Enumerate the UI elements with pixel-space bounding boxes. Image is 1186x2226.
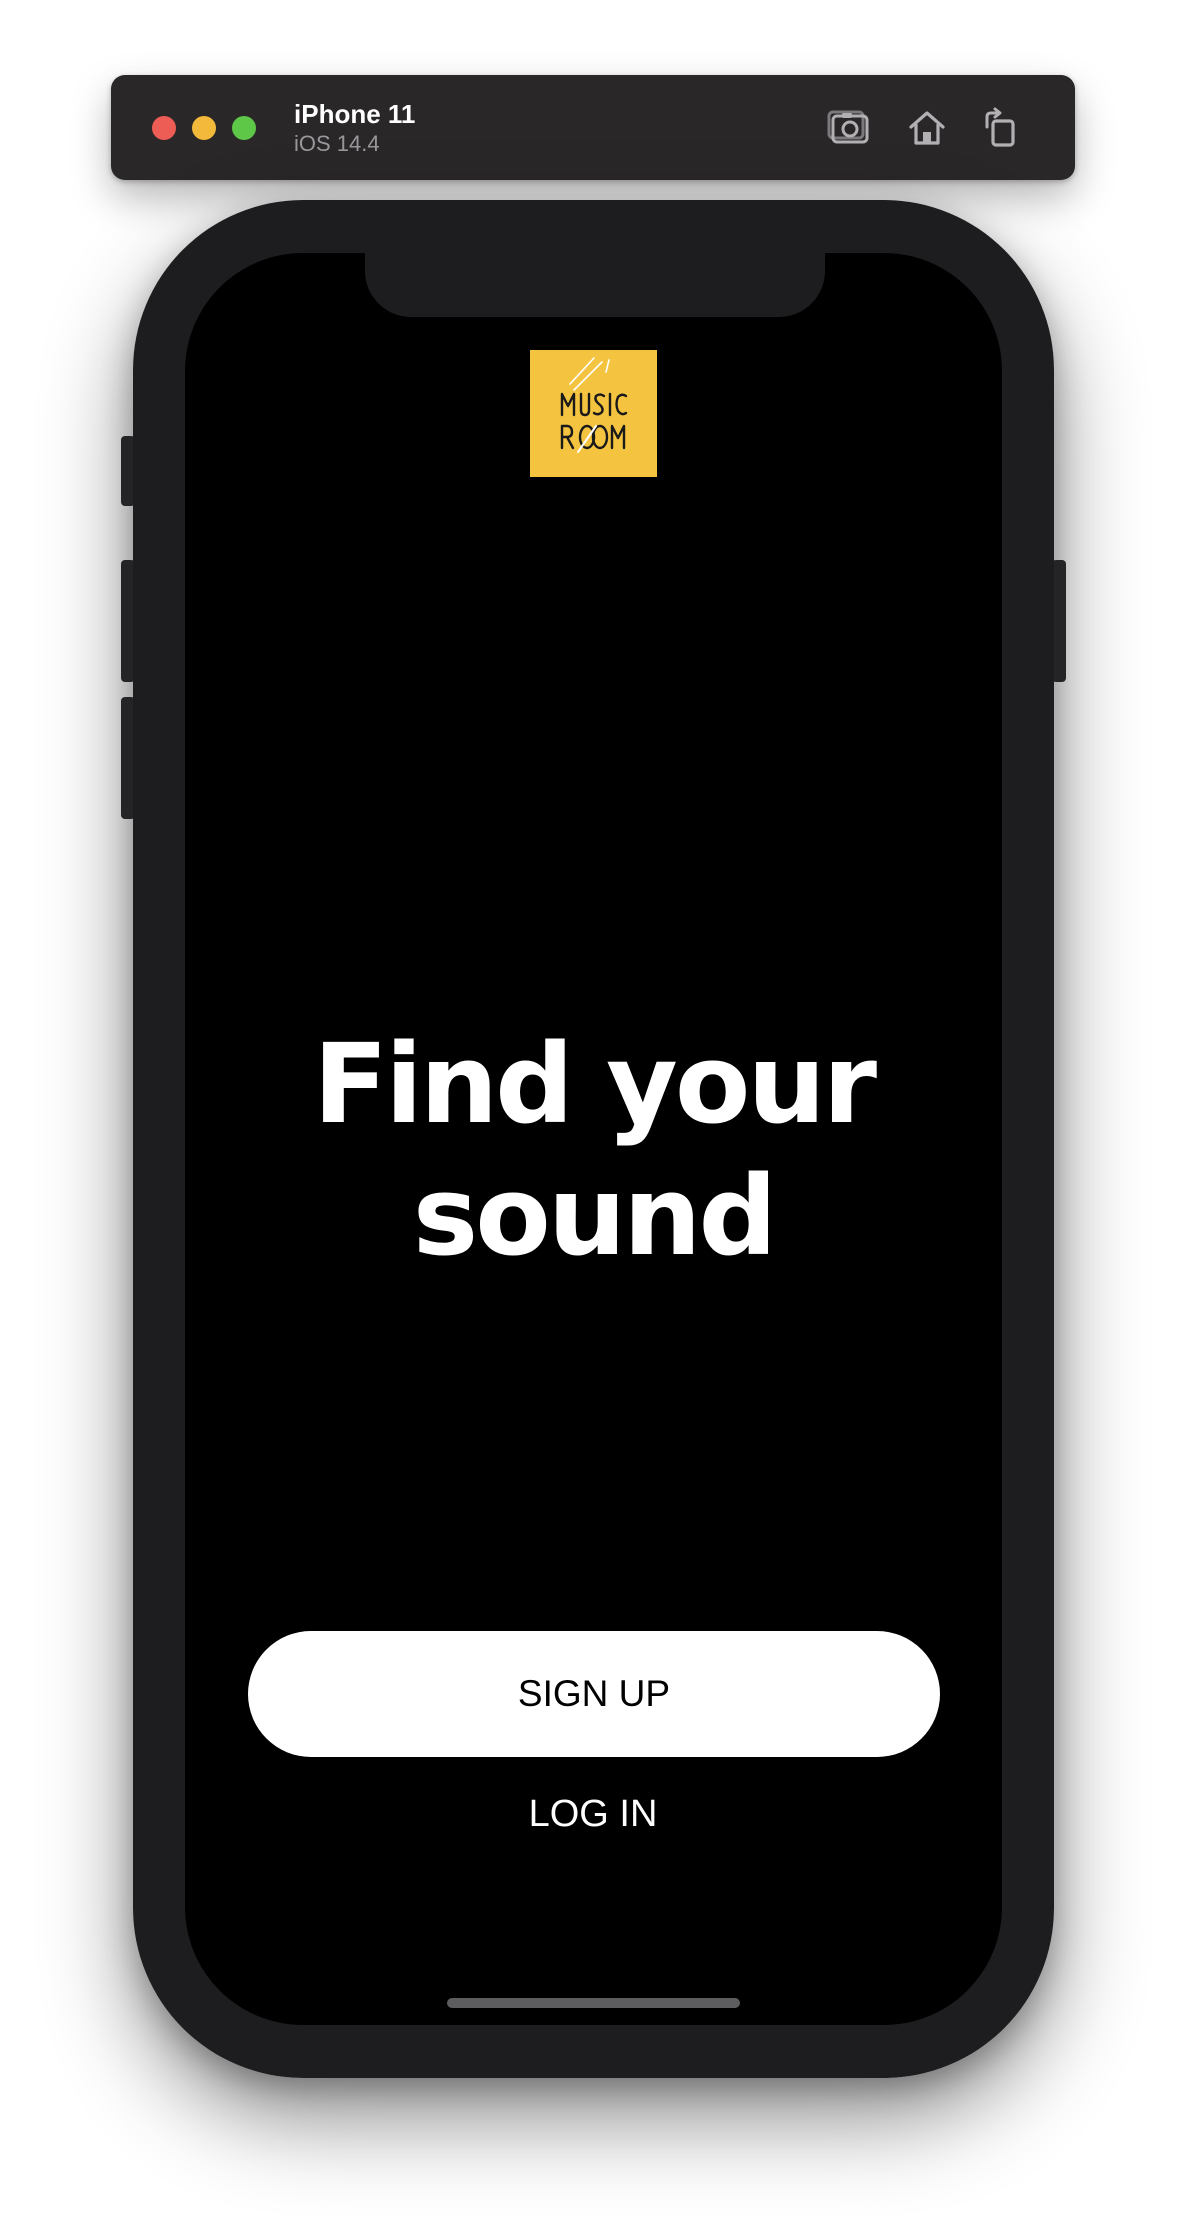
log-in-button[interactable]: LOG IN xyxy=(343,1774,843,1854)
window-minimize-button[interactable] xyxy=(192,116,216,140)
sign-up-button[interactable]: SIGN UP xyxy=(248,1631,940,1757)
simulator-toolbar: iPhone 11 iOS 14.4 xyxy=(111,75,1075,180)
device-os-version: iOS 14.4 xyxy=(294,131,380,156)
headline-line-2: sound xyxy=(412,1152,777,1280)
app-logo xyxy=(530,350,657,477)
camera-icon xyxy=(827,110,869,144)
home-icon xyxy=(909,111,945,145)
window-close-button[interactable] xyxy=(152,116,176,140)
window-zoom-button[interactable] xyxy=(232,116,256,140)
device-notch xyxy=(365,253,825,317)
headline: Find your sound xyxy=(185,1018,1002,1282)
rotate-icon xyxy=(985,107,1015,147)
rotate-button[interactable] xyxy=(977,105,1025,151)
screenshot-button[interactable] xyxy=(826,105,874,151)
headline-line-1: Find your xyxy=(312,1020,877,1148)
home-indicator[interactable] xyxy=(447,1998,740,2008)
home-button[interactable] xyxy=(903,105,951,151)
power-button xyxy=(1052,560,1066,682)
music-room-logo-icon xyxy=(560,357,628,453)
device-name: iPhone 11 xyxy=(294,99,416,129)
app-screen: Find your sound SIGN UP LOG IN xyxy=(185,253,1002,2025)
